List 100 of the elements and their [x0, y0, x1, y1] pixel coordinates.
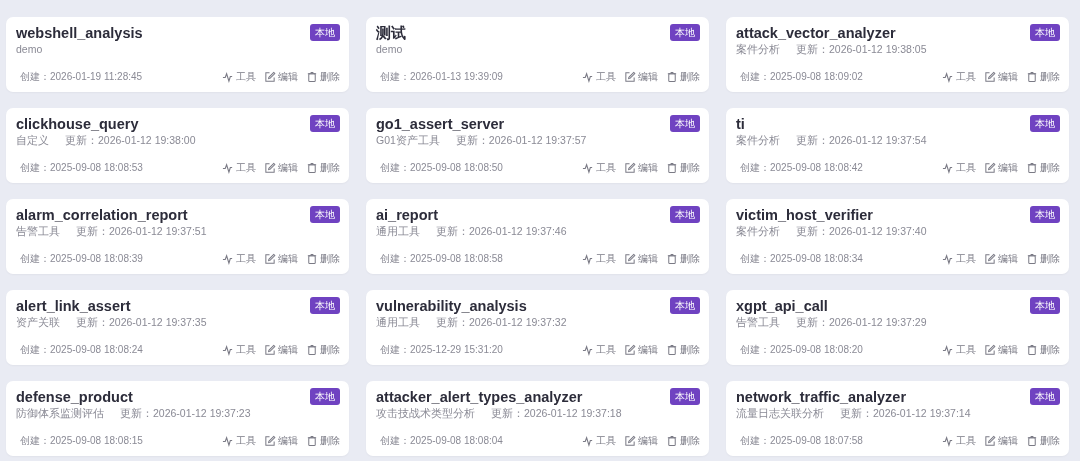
tools-button[interactable]: 工具 — [942, 69, 976, 84]
edit-icon — [264, 434, 276, 447]
source-badge: 本地 — [1030, 206, 1060, 223]
tools-button[interactable]: 工具 — [222, 160, 256, 175]
trash-icon — [666, 343, 678, 356]
edit-button[interactable]: 编辑 — [984, 251, 1018, 266]
tool-name: alert_link_assert — [16, 297, 131, 315]
created-time: 创建：2025-09-08 18:09:02 — [740, 70, 863, 84]
trash-icon — [306, 343, 318, 356]
created-time: 创建：2025-09-08 18:08:24 — [20, 343, 143, 357]
edit-button[interactable]: 编辑 — [264, 433, 298, 448]
source-badge: 本地 — [670, 206, 700, 223]
edit-button[interactable]: 编辑 — [264, 160, 298, 175]
activity-icon — [222, 161, 234, 174]
source-badge: 本地 — [310, 115, 340, 132]
tools-button[interactable]: 工具 — [582, 433, 616, 448]
category-text: 资产关联 — [16, 315, 60, 329]
delete-button[interactable]: 删除 — [666, 251, 700, 266]
edit-icon — [984, 161, 996, 174]
tools-button[interactable]: 工具 — [222, 433, 256, 448]
edit-button[interactable]: 编辑 — [264, 69, 298, 84]
updated-time: 更新：2026-01-12 19:37:51 — [76, 224, 207, 238]
activity-icon — [582, 161, 594, 174]
created-time: 创建：2025-09-08 18:08:04 — [380, 434, 503, 448]
tool-name: xgpt_api_call — [736, 297, 828, 315]
source-badge: 本地 — [1030, 297, 1060, 314]
tool-name: attack_vector_analyzer — [736, 24, 896, 42]
edit-button[interactable]: 编辑 — [264, 342, 298, 357]
updated-time: 更新：2026-01-12 19:37:29 — [796, 315, 927, 329]
edit-button[interactable]: 编辑 — [984, 342, 1018, 357]
delete-button[interactable]: 删除 — [666, 160, 700, 175]
tools-button[interactable]: 工具 — [222, 342, 256, 357]
tools-button[interactable]: 工具 — [582, 342, 616, 357]
delete-button[interactable]: 删除 — [1026, 342, 1060, 357]
edit-button[interactable]: 编辑 — [624, 251, 658, 266]
delete-button[interactable]: 删除 — [306, 160, 340, 175]
edit-icon — [984, 434, 996, 447]
category-text: 案件分析 — [736, 42, 780, 56]
created-time: 创建：2025-09-08 18:08:39 — [20, 252, 143, 266]
created-time: 创建：2025-09-08 18:08:58 — [380, 252, 503, 266]
edit-icon — [624, 161, 636, 174]
tools-button[interactable]: 工具 — [942, 160, 976, 175]
trash-icon — [666, 70, 678, 83]
activity-icon — [222, 434, 234, 447]
delete-button[interactable]: 删除 — [306, 69, 340, 84]
created-time: 创建：2025-09-08 18:08:53 — [20, 161, 143, 175]
delete-button[interactable]: 删除 — [306, 433, 340, 448]
edit-button[interactable]: 编辑 — [984, 433, 1018, 448]
tools-button[interactable]: 工具 — [222, 251, 256, 266]
delete-button[interactable]: 删除 — [1026, 433, 1060, 448]
delete-button[interactable]: 删除 — [1026, 251, 1060, 266]
delete-button[interactable]: 删除 — [306, 251, 340, 266]
edit-icon — [264, 252, 276, 265]
delete-button[interactable]: 删除 — [1026, 69, 1060, 84]
category-text: 通用工具 — [376, 315, 420, 329]
source-badge: 本地 — [310, 24, 340, 41]
tool-name: ai_report — [376, 206, 439, 224]
edit-button[interactable]: 编辑 — [984, 160, 1018, 175]
tool-name: victim_host_verifier — [736, 206, 873, 224]
edit-icon — [624, 434, 636, 447]
edit-button[interactable]: 编辑 — [624, 160, 658, 175]
tools-button[interactable]: 工具 — [582, 251, 616, 266]
category-text: 通用工具 — [376, 224, 420, 238]
edit-button[interactable]: 编辑 — [984, 69, 1018, 84]
tool-name: 测试 — [376, 24, 406, 42]
updated-time: 更新：2026-01-12 19:38:05 — [796, 42, 927, 56]
delete-button[interactable]: 删除 — [1026, 160, 1060, 175]
delete-button[interactable]: 删除 — [666, 433, 700, 448]
tools-button[interactable]: 工具 — [222, 69, 256, 84]
activity-icon — [582, 70, 594, 83]
edit-button[interactable]: 编辑 — [624, 433, 658, 448]
activity-icon — [222, 70, 234, 83]
delete-button[interactable]: 删除 — [666, 342, 700, 357]
updated-time: 更新：2026-01-12 19:37:54 — [796, 133, 927, 147]
trash-icon — [306, 161, 318, 174]
delete-button[interactable]: 删除 — [666, 69, 700, 84]
tools-button[interactable]: 工具 — [582, 160, 616, 175]
activity-icon — [582, 252, 594, 265]
delete-button[interactable]: 删除 — [306, 342, 340, 357]
activity-icon — [942, 252, 954, 265]
category-text: demo — [376, 42, 403, 56]
activity-icon — [222, 252, 234, 265]
created-time: 创建：2025-09-08 18:08:50 — [380, 161, 503, 175]
tools-button[interactable]: 工具 — [942, 342, 976, 357]
trash-icon — [666, 161, 678, 174]
created-time: 创建：2025-09-08 18:08:15 — [20, 434, 143, 448]
category-text: demo — [16, 42, 43, 56]
trash-icon — [306, 434, 318, 447]
edit-icon — [624, 252, 636, 265]
edit-button[interactable]: 编辑 — [624, 69, 658, 84]
tool-name: clickhouse_query — [16, 115, 139, 133]
edit-button[interactable]: 编辑 — [624, 342, 658, 357]
trash-icon — [666, 434, 678, 447]
tools-button[interactable]: 工具 — [942, 433, 976, 448]
tools-button[interactable]: 工具 — [942, 251, 976, 266]
edit-button[interactable]: 编辑 — [264, 251, 298, 266]
tools-button[interactable]: 工具 — [582, 69, 616, 84]
edit-icon — [264, 161, 276, 174]
created-time: 创建：2025-09-08 18:08:20 — [740, 343, 863, 357]
edit-icon — [624, 70, 636, 83]
